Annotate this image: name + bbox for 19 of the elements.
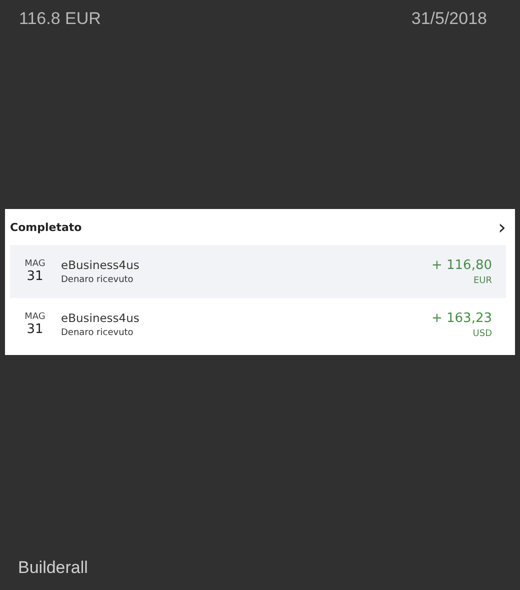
- chevron-icon[interactable]: ›: [498, 217, 506, 237]
- day-text: 31: [26, 269, 44, 284]
- payer-name: eBusiness4us: [61, 311, 140, 325]
- month-text: MAG: [24, 259, 46, 269]
- month-text: MAG: [24, 312, 46, 322]
- description-text: Denaro ricevuto: [61, 328, 134, 338]
- amount-value: + 116,80: [431, 258, 492, 272]
- section-title: Completato: [10, 220, 82, 234]
- description-text: Denaro ricevuto: [61, 275, 134, 285]
- payer-name: eBusiness4us: [61, 258, 140, 272]
- day-text: 31: [26, 322, 44, 337]
- transaction-row[interactable]: MAG 31 eBusiness4us Denaro ricevuto + 116,80 EUR: [10, 245, 506, 298]
- amount-text: 116.8 EUR: [19, 9, 101, 29]
- date-text: 31/5/2018: [411, 9, 487, 29]
- amount-value: + 163,23: [431, 310, 492, 326]
- currency-text: USD: [472, 328, 492, 338]
- transaction-row[interactable]: MAG 31 eBusiness4us Denaro ricevuto + 163,23 USD: [10, 298, 506, 351]
- currency-text: EUR: [473, 276, 492, 286]
- footer-label: Builderall: [18, 558, 88, 577]
